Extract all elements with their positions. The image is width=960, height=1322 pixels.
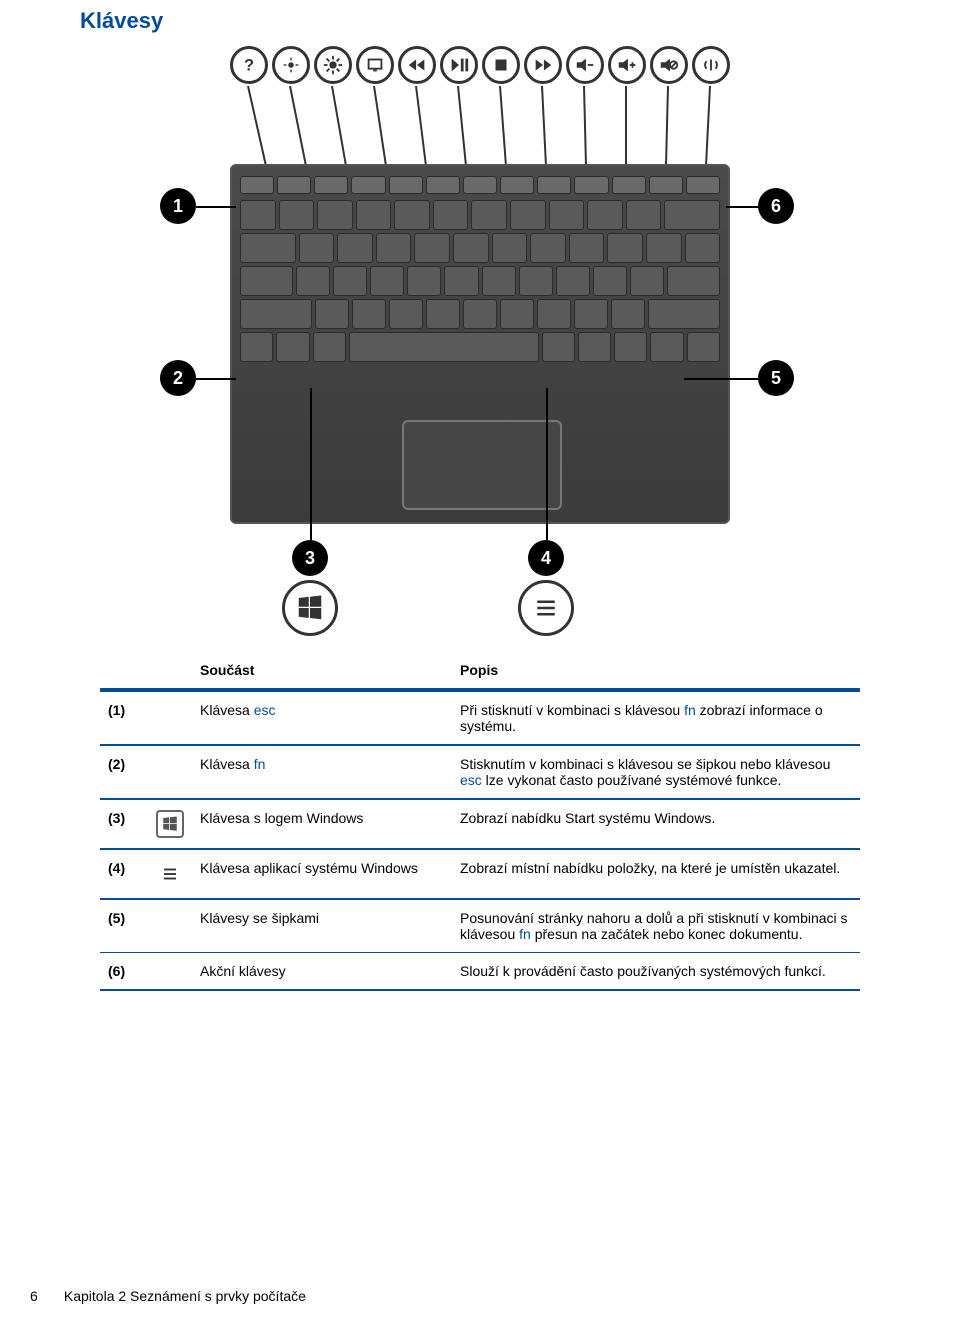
callout-line: [310, 388, 312, 540]
next-track-icon: [524, 46, 562, 84]
callout-line: [196, 206, 236, 208]
callout-line: [684, 378, 760, 380]
table-row: (5) Klávesy se šipkami Posunování stránk…: [100, 899, 860, 953]
components-table: Součást Popis (1) Klávesa esc Při stiskn…: [100, 652, 860, 991]
volume-down-icon: [566, 46, 604, 84]
menu-icon: [156, 860, 184, 888]
component-desc: Zobrazí nabídku Start systému Windows.: [452, 799, 860, 849]
action-key-icons-row: ?: [230, 46, 730, 84]
callout-2: 2: [160, 360, 196, 396]
row-number: (6): [100, 953, 148, 991]
component-desc: Slouží k provádění často používaných sys…: [452, 953, 860, 991]
wireless-icon: [692, 46, 730, 84]
callout-1: 1: [160, 188, 196, 224]
table-head-desc: Popis: [452, 652, 860, 690]
svg-text:?: ?: [244, 57, 254, 75]
touchpad-illustration: [402, 420, 562, 510]
row-number: (1): [100, 690, 148, 745]
play-pause-icon: [440, 46, 478, 84]
row-number: (4): [100, 849, 148, 899]
table-row: (2) Klávesa fn Stisknutím v kombinaci s …: [100, 745, 860, 799]
component-name: Klávesa esc: [192, 690, 452, 745]
row-number: (2): [100, 745, 148, 799]
component-desc: Stisknutím v kombinaci s klávesou se šip…: [452, 745, 860, 799]
component-name: Klávesy se šipkami: [192, 899, 452, 953]
callout-6: 6: [758, 188, 794, 224]
page-number: 6: [30, 1288, 60, 1304]
section-title: Klávesy: [80, 8, 880, 34]
callout-5: 5: [758, 360, 794, 396]
table-row: (4) Klávesa aplikací systému Windows Zob…: [100, 849, 860, 899]
stop-icon: [482, 46, 520, 84]
component-desc: Zobrazí místní nabídku položky, na které…: [452, 849, 860, 899]
callout-line: [196, 378, 236, 380]
brightness-down-icon: [272, 46, 310, 84]
chapter-title: Kapitola 2 Seznámení s prvky počítače: [64, 1288, 306, 1304]
table-row: (6) Akční klávesy Slouží k provádění čas…: [100, 953, 860, 991]
mute-icon: [650, 46, 688, 84]
help-icon: ?: [230, 46, 268, 84]
display-switch-icon: [356, 46, 394, 84]
callout-line: [726, 206, 760, 208]
component-name: Klávesa s logem Windows: [192, 799, 452, 849]
table-row: (1) Klávesa esc Při stisknutí v kombinac…: [100, 690, 860, 745]
menu-icon: [518, 580, 574, 636]
windows-logo-icon: [156, 810, 184, 838]
callout-4: 4: [528, 540, 564, 576]
volume-up-icon: [608, 46, 646, 84]
keyboard-illustration: [230, 164, 730, 524]
row-number: (5): [100, 899, 148, 953]
component-name: Klávesa fn: [192, 745, 452, 799]
windows-logo-icon: [282, 580, 338, 636]
brightness-up-icon: [314, 46, 352, 84]
keyboard-diagram: ?: [110, 44, 850, 634]
prev-track-icon: [398, 46, 436, 84]
component-name: Klávesa aplikací systému Windows: [192, 849, 452, 899]
table-row: (3) Klávesa s logem Windows Zobrazí nabí…: [100, 799, 860, 849]
callout-line: [546, 388, 548, 540]
leader-lines: [246, 86, 746, 168]
row-number: (3): [100, 799, 148, 849]
component-desc: Při stisknutí v kombinaci s klávesou fn …: [452, 690, 860, 745]
component-name: Akční klávesy: [192, 953, 452, 991]
callout-3: 3: [292, 540, 328, 576]
page-footer: 6 Kapitola 2 Seznámení s prvky počítače: [30, 1288, 306, 1304]
table-head-component: Součást: [192, 652, 452, 690]
component-desc: Posunování stránky nahoru a dolů a při s…: [452, 899, 860, 953]
